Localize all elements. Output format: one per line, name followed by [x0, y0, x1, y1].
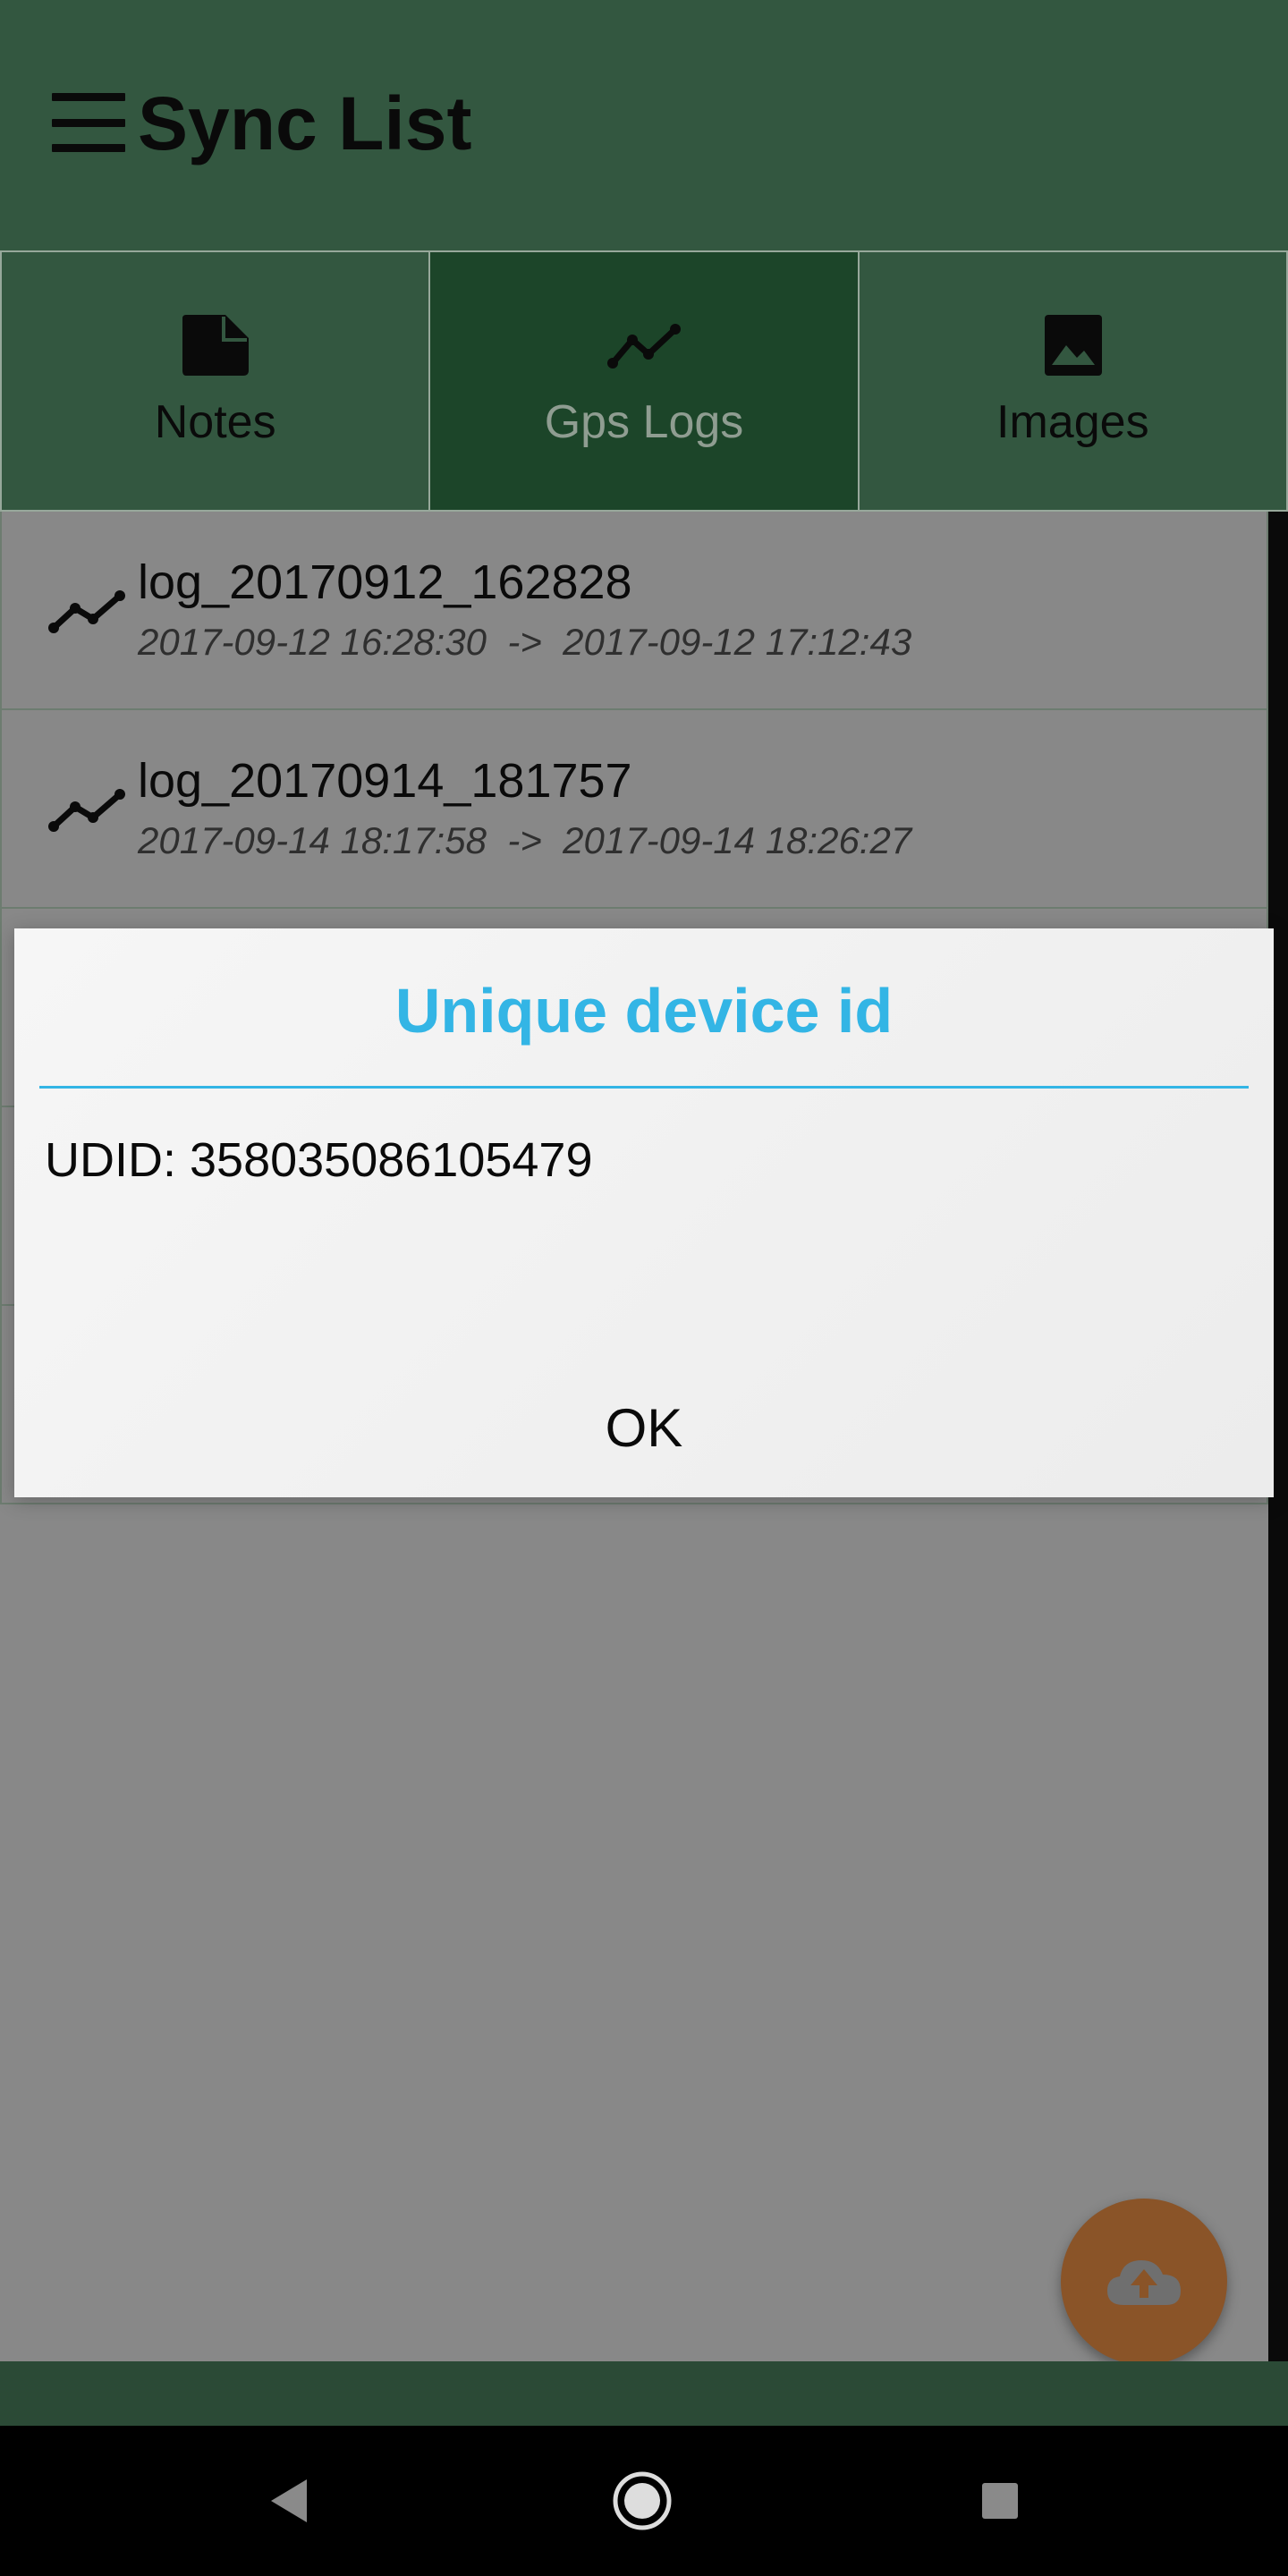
tab-gps-logs-label: Gps Logs [544, 396, 744, 448]
upload-fab-button[interactable] [1061, 2199, 1227, 2365]
image-icon [1045, 315, 1103, 376]
hamburger-menu-icon[interactable] [52, 93, 125, 152]
log-time-range: 2017-09-14 18:17:58 -> 2017-09-14 18:26:… [138, 819, 912, 861]
note-icon [182, 315, 249, 376]
gps-track-icon [48, 590, 125, 633]
ok-button[interactable]: OK [14, 1397, 1274, 1459]
log-time-range: 2017-09-12 16:28:30 -> 2017-09-12 17:12:… [138, 621, 912, 663]
back-icon[interactable] [250, 2463, 326, 2538]
gps-track-icon [606, 324, 681, 369]
dialog-title: Unique device id [394, 976, 894, 1046]
tab-gps-logs[interactable]: Gps Logs [430, 252, 860, 512]
tab-images-label: Images [996, 396, 1149, 448]
bottom-strip [0, 2361, 1288, 2426]
log-name: log_20170912_162828 [138, 555, 632, 609]
dialog-divider [39, 1086, 1249, 1089]
recents-icon[interactable] [962, 2463, 1038, 2538]
gps-track-icon [48, 789, 125, 832]
home-icon[interactable] [605, 2463, 680, 2538]
list-item[interactable]: log_20170914_181757 2017-09-14 18:17:58 … [0, 710, 1268, 909]
tab-notes-label: Notes [154, 396, 276, 448]
tab-bar: Notes Gps Logs Images [0, 250, 1288, 512]
log-name: log_20170914_181757 [138, 754, 632, 808]
udid-text: UDID: 358035086105479 [45, 1133, 593, 1187]
list-item[interactable]: log_20170912_162828 2017-09-12 16:28:30 … [0, 512, 1268, 710]
tab-notes[interactable]: Notes [0, 252, 431, 512]
system-nav-bar [0, 2426, 1288, 2576]
tab-images[interactable]: Images [859, 252, 1288, 512]
cloud-upload-icon [1107, 2260, 1181, 2305]
page-title: Sync List [138, 81, 472, 165]
app-bar: Sync List [0, 0, 1288, 250]
device-id-dialog: Unique device id UDID: 358035086105479 O… [14, 928, 1274, 1497]
